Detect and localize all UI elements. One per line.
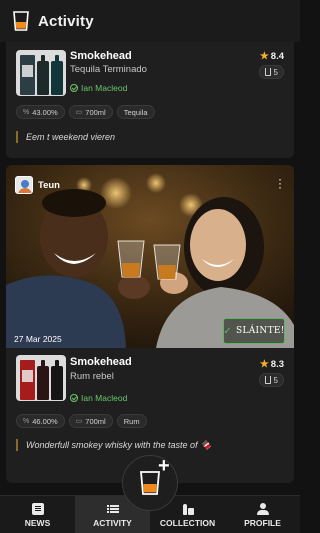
abv-label: 46.00% xyxy=(32,416,58,426)
abv-tag: % 43.00% xyxy=(16,105,65,119)
cask-tag: Rum xyxy=(116,414,147,428)
app-header: Activity xyxy=(0,0,300,42)
page-title: Activity xyxy=(38,12,94,30)
cask-label: Rum xyxy=(123,416,140,426)
slainte-label: SLÁINTE! xyxy=(236,326,285,336)
glass-icon xyxy=(264,376,271,384)
nav-activity-label: ACTIVITY xyxy=(93,517,132,528)
nav-news[interactable]: NEWS xyxy=(0,496,75,533)
whisky-subtitle: Rum rebel xyxy=(70,371,114,382)
more-options-icon[interactable]: · · · xyxy=(278,173,282,193)
rating: ★ 8.4 xyxy=(260,51,284,62)
abv-tag: % 46.00% xyxy=(16,414,65,428)
nav-collection-label: COLLECTION xyxy=(159,517,216,528)
activity-card[interactable]: Teun · · · 27 Mar 2025 ✓ SLÁINTE! Smokehea… xyxy=(6,165,294,483)
dram-count-badge: 5 xyxy=(258,373,284,387)
bottle-size-icon: ▭ xyxy=(75,109,83,116)
profile-icon xyxy=(256,502,269,515)
abv-label: 43.00% xyxy=(32,107,58,117)
glass-icon xyxy=(264,68,271,76)
whisky-subtitle: Tequila Terminado xyxy=(70,64,147,75)
member-name: Ian Macleod xyxy=(81,393,128,403)
tag-list: % 46.00% ▭ 700ml Rum xyxy=(16,414,147,428)
post-comment: Wonderfull smokey whisky with the taste … xyxy=(16,439,211,451)
star-icon: ★ xyxy=(259,51,269,62)
bottle-image[interactable] xyxy=(16,50,66,96)
list-icon xyxy=(106,503,119,515)
dram-count: 5 xyxy=(273,375,278,385)
post-author[interactable]: Teun xyxy=(15,176,60,194)
volume-label: 700ml xyxy=(85,107,106,117)
news-icon xyxy=(31,502,44,515)
check-circle-icon xyxy=(70,84,78,92)
author-name[interactable]: Teun xyxy=(38,180,60,191)
rating-value: 8.4 xyxy=(270,51,284,62)
volume-tag: ▭ 700ml xyxy=(68,414,113,428)
member-badge: Ian Macleod xyxy=(70,393,127,403)
bottle-box xyxy=(19,55,35,95)
dram-count: 5 xyxy=(273,67,278,77)
slainte-button[interactable]: ✓ SLÁINTE! xyxy=(223,318,285,344)
cask-tag: Tequila xyxy=(116,105,155,119)
rating: ★ 8.3 xyxy=(260,359,284,370)
collection-icon xyxy=(182,503,194,515)
whisky-name[interactable]: Smokehead xyxy=(70,356,132,368)
whisky-glass-logo-icon xyxy=(13,11,29,31)
bottle-box xyxy=(19,360,35,400)
member-badge: Ian Macleod xyxy=(70,83,127,93)
activity-card[interactable]: Smokehead Tequila Terminado Ian Macleod … xyxy=(6,42,294,158)
rating-value: 8.3 xyxy=(270,359,284,370)
check-circle-icon xyxy=(70,394,78,402)
nav-profile[interactable]: PROFILE xyxy=(225,496,300,533)
dram-count-badge: 5 xyxy=(258,65,284,79)
volume-label: 700ml xyxy=(85,416,106,426)
nav-profile-label: PROFILE xyxy=(244,517,281,528)
bottle xyxy=(50,55,63,95)
bottle xyxy=(36,55,49,95)
nav-news-label: NEWS xyxy=(24,517,51,528)
whisky-name[interactable]: Smokehead xyxy=(70,50,132,62)
check-icon: ✓ xyxy=(223,325,233,337)
post-date: 27 Mar 2025 xyxy=(14,334,62,344)
tag-list: % 43.00% ▭ 700ml Tequila xyxy=(16,105,155,119)
percent-icon: % xyxy=(23,108,30,116)
avatar[interactable] xyxy=(15,176,33,194)
plus-icon[interactable]: + xyxy=(158,456,170,476)
cask-label: Tequila xyxy=(123,107,148,117)
star-icon: ★ xyxy=(259,359,269,370)
bottle-size-icon: ▭ xyxy=(75,418,83,425)
volume-tag: ▭ 700ml xyxy=(68,105,113,119)
bottle xyxy=(36,360,49,400)
post-photo[interactable]: Teun · · · 27 Mar 2025 ✓ SLÁINTE! xyxy=(6,165,294,348)
post-comment: Eem t weekend vieren xyxy=(16,131,115,143)
member-name: Ian Macleod xyxy=(81,83,128,93)
bottle-image[interactable] xyxy=(16,355,66,401)
bottle xyxy=(50,360,63,400)
percent-icon: % xyxy=(23,417,30,425)
